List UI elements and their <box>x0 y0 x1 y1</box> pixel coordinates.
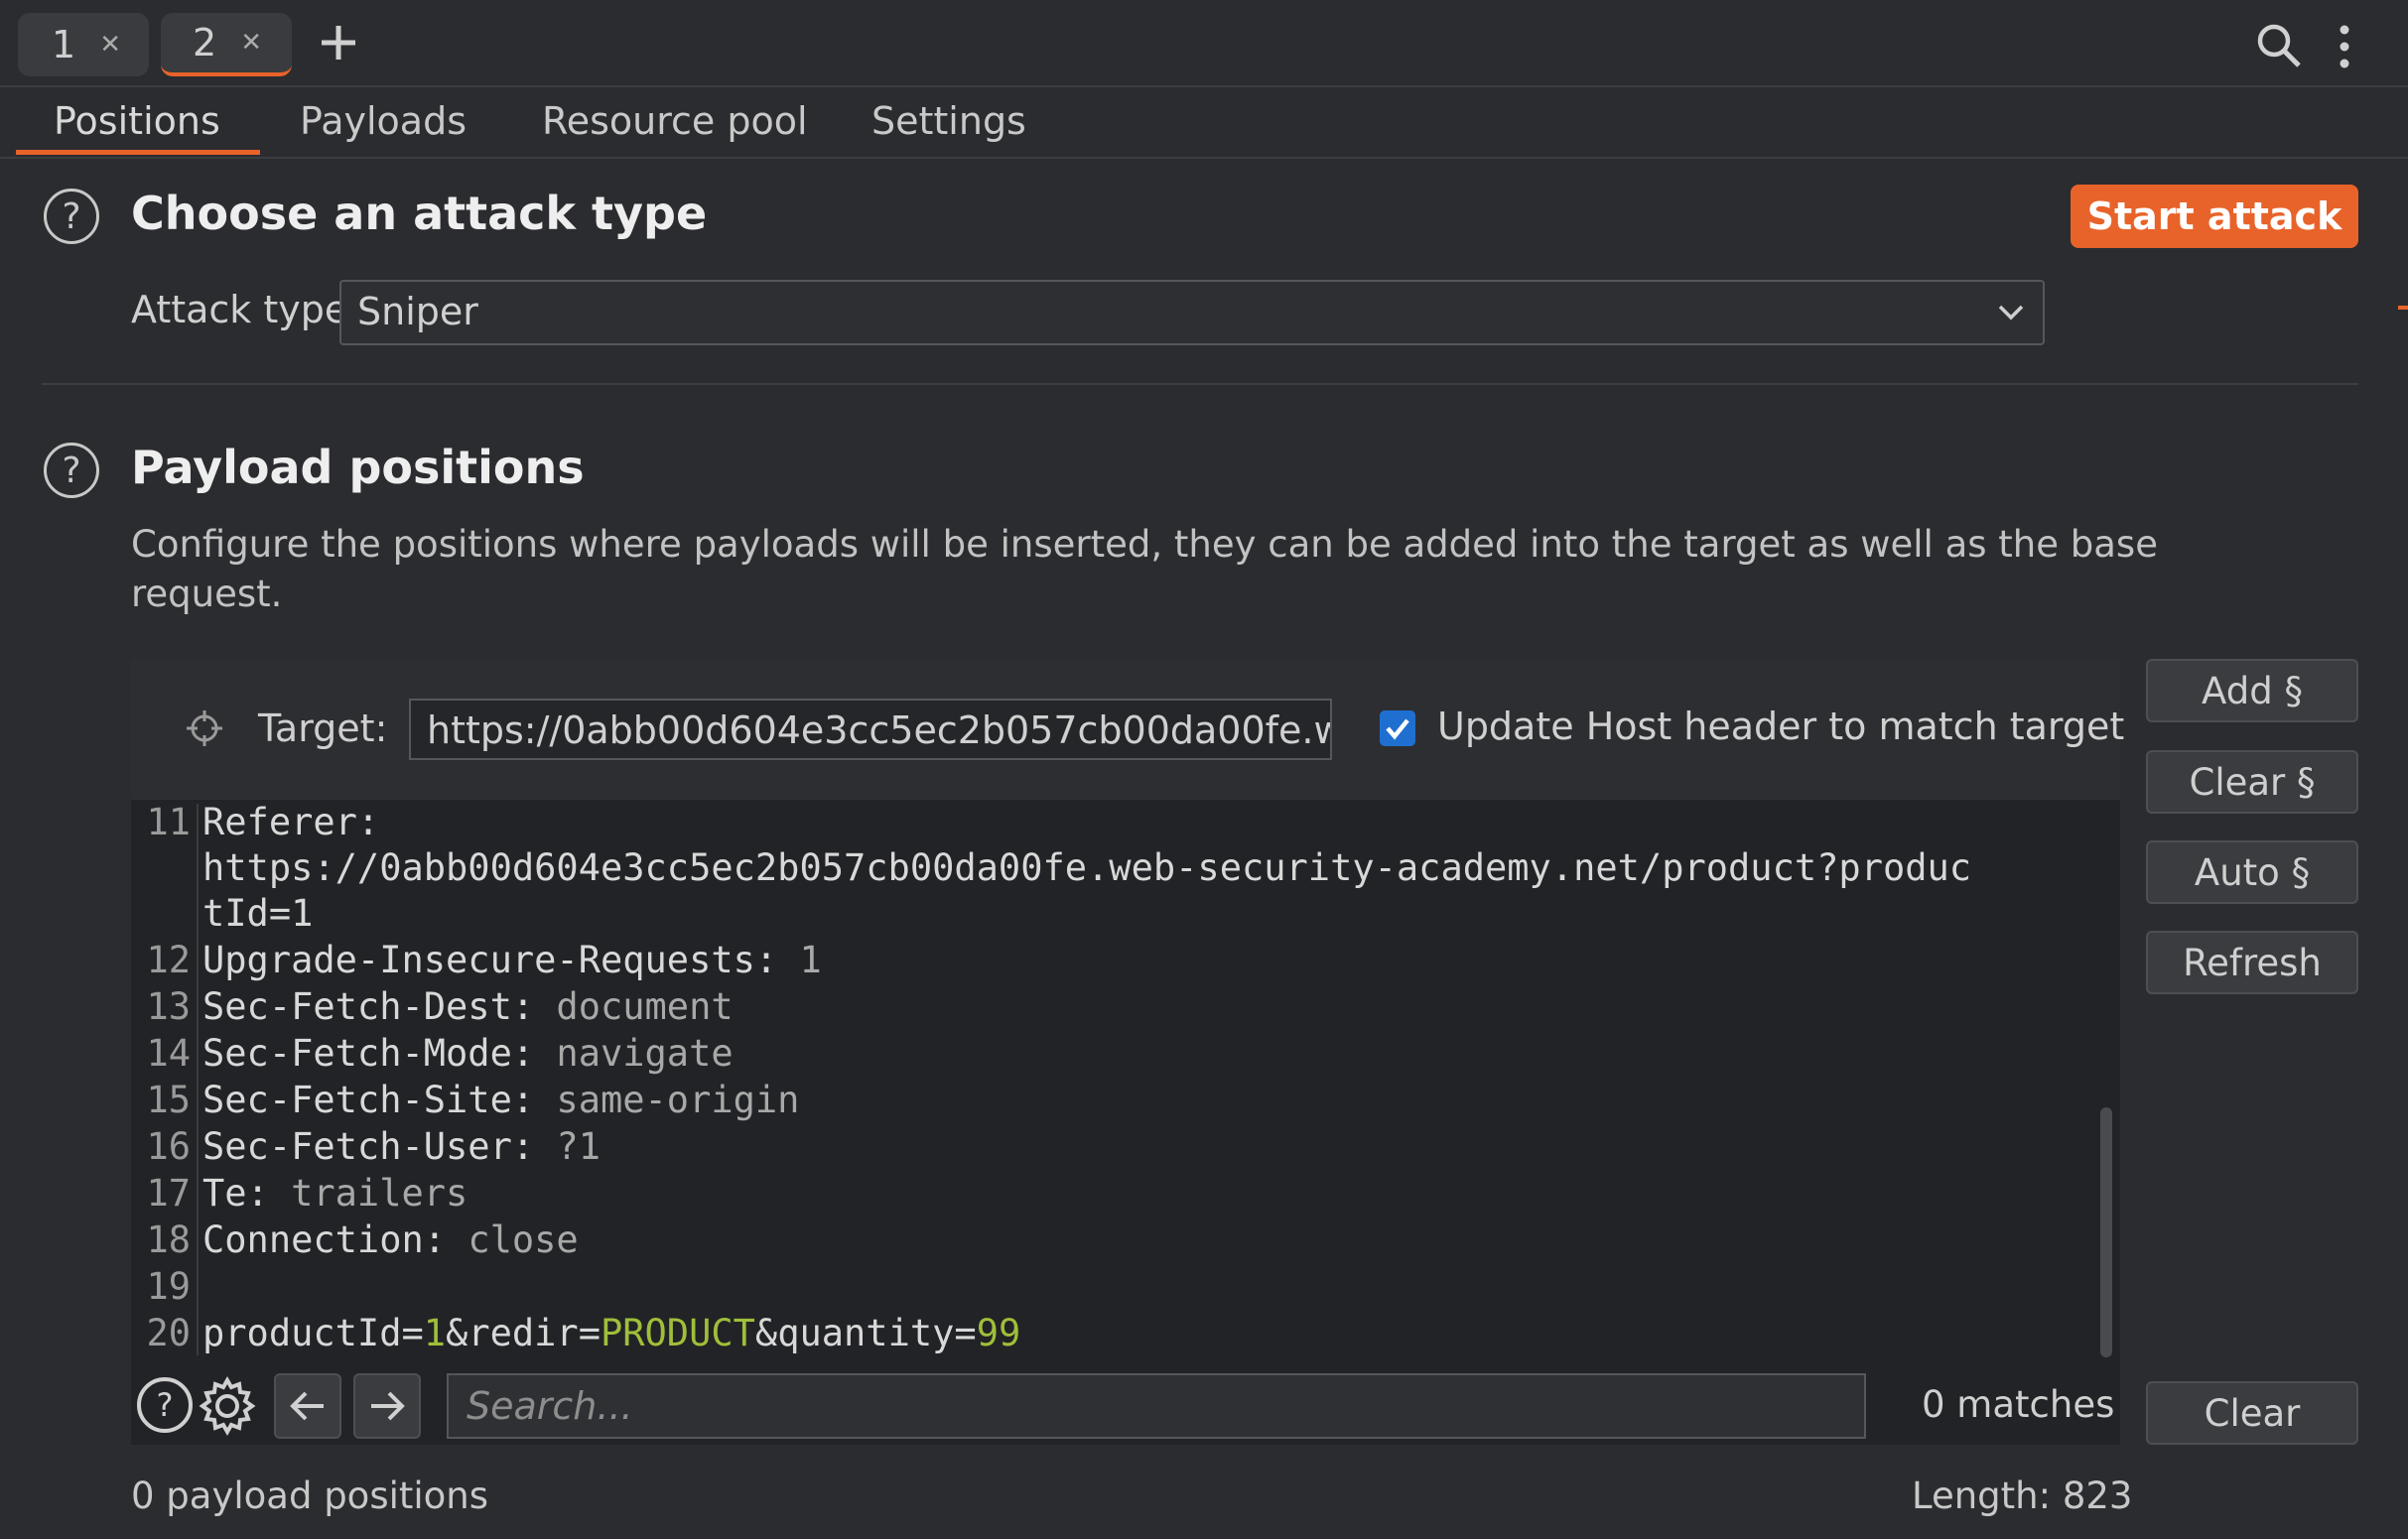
tab-label: 2 <box>193 21 217 64</box>
add-marker-button[interactable]: Add § <box>2146 659 2358 722</box>
line-number: 19 <box>146 1265 191 1308</box>
gear-icon[interactable] <box>197 1375 258 1437</box>
tab-2[interactable]: 2 ✕ <box>161 13 292 76</box>
arrow-left-icon <box>290 1391 324 1421</box>
tab-settings[interactable]: Settings <box>871 99 1026 143</box>
request-line: Sec-Fetch-Dest: document <box>202 985 734 1028</box>
tab-payloads[interactable]: Payloads <box>300 99 467 143</box>
request-length: Length: 823 <box>1912 1475 2133 1517</box>
line-number <box>89 845 191 891</box>
tab-resource-pool[interactable]: Resource pool <box>542 99 808 143</box>
line-number <box>89 891 191 937</box>
attack-type-label: Attack type: <box>131 288 361 331</box>
line-number: 20 <box>146 1312 191 1354</box>
line-number: 17 <box>146 1172 191 1215</box>
request-line: Referer: <box>202 801 380 843</box>
crosshair-icon <box>185 708 224 748</box>
search-input[interactable] <box>447 1373 1866 1439</box>
request-line: tId=1 <box>202 892 314 935</box>
payload-positions-description: Configure the positions where payloads w… <box>131 520 2235 619</box>
line-number: 11 <box>146 801 191 843</box>
payload-positions-count: 0 payload positions <box>131 1475 489 1517</box>
payload-positions-heading: Payload positions <box>131 441 585 494</box>
attack-type-value: Sniper <box>357 290 478 333</box>
auto-markers-button[interactable]: Auto § <box>2146 840 2358 904</box>
sub-tab-bar: Positions Payloads Resource pool Setting… <box>0 87 2408 159</box>
refresh-button[interactable]: Refresh <box>2146 931 2358 994</box>
attack-type-heading: Choose an attack type <box>131 187 708 240</box>
line-number: 13 <box>146 985 191 1028</box>
check-icon <box>1386 718 1409 740</box>
search-icon[interactable] <box>2255 22 2303 69</box>
svg-text:?: ? <box>157 1386 174 1424</box>
line-number: 15 <box>146 1079 191 1121</box>
clear-markers-button[interactable]: Clear § <box>2146 750 2358 814</box>
description-line-2: request. <box>131 573 283 615</box>
section-divider <box>42 383 2358 385</box>
request-body-line: productId=1&redir=PRODUCT&quantity=99 <box>202 1312 1021 1354</box>
target-label: Target: <box>258 706 388 750</box>
line-number: 18 <box>146 1218 191 1261</box>
line-number: 12 <box>146 939 191 981</box>
close-icon[interactable]: ✕ <box>240 28 262 58</box>
line-number: 14 <box>146 1032 191 1075</box>
active-tab-underline <box>16 150 260 155</box>
clear-search-button[interactable]: Clear <box>2146 1381 2358 1445</box>
match-count: 0 matches <box>1922 1383 2115 1426</box>
more-vertical-icon[interactable] <box>2335 24 2354 69</box>
previous-match-button[interactable] <box>274 1373 341 1439</box>
close-icon[interactable]: ✕ <box>99 30 121 60</box>
request-line: Sec-Fetch-Mode: navigate <box>202 1032 734 1075</box>
arrow-right-icon <box>371 1391 405 1421</box>
request-line: Sec-Fetch-User: ?1 <box>202 1125 601 1168</box>
gutter-divider <box>197 804 199 1355</box>
line-number: 16 <box>146 1125 191 1168</box>
request-line: Te: trailers <box>202 1172 468 1215</box>
request-line: https://0abb00d604e3cc5ec2b057cb00da00fe… <box>202 846 1972 889</box>
target-value: https://0abb00d604e3cc5ec2b057cb00da00fe… <box>427 708 1332 752</box>
editor-scrollbar[interactable] <box>2100 1107 2112 1357</box>
next-match-button[interactable] <box>353 1373 421 1439</box>
scroll-marker <box>2398 306 2408 310</box>
description-line-1: Configure the positions where payloads w… <box>131 523 2158 566</box>
attack-type-select[interactable]: Sniper <box>339 280 2045 345</box>
update-host-label: Update Host header to match target <box>1437 705 2125 748</box>
target-input[interactable]: https://0abb00d604e3cc5ec2b057cb00da00fe… <box>409 699 1332 760</box>
tab-strip <box>0 0 2408 87</box>
help-icon[interactable]: ? <box>135 1375 195 1435</box>
plus-icon[interactable] <box>318 22 359 64</box>
tab-positions[interactable]: Positions <box>54 99 220 143</box>
help-icon[interactable]: ? <box>44 189 99 244</box>
request-line: Upgrade-Insecure-Requests: 1 <box>202 939 822 981</box>
help-icon[interactable]: ? <box>44 443 99 498</box>
tab-label: 1 <box>52 23 76 66</box>
request-line: Sec-Fetch-Site: same-origin <box>202 1079 800 1121</box>
chevron-down-icon <box>1997 302 2025 323</box>
update-host-checkbox[interactable] <box>1380 710 1415 746</box>
request-line: Connection: close <box>202 1218 579 1261</box>
start-attack-button[interactable]: Start attack <box>2071 185 2358 248</box>
tab-1[interactable]: 1 ✕ <box>18 13 149 76</box>
